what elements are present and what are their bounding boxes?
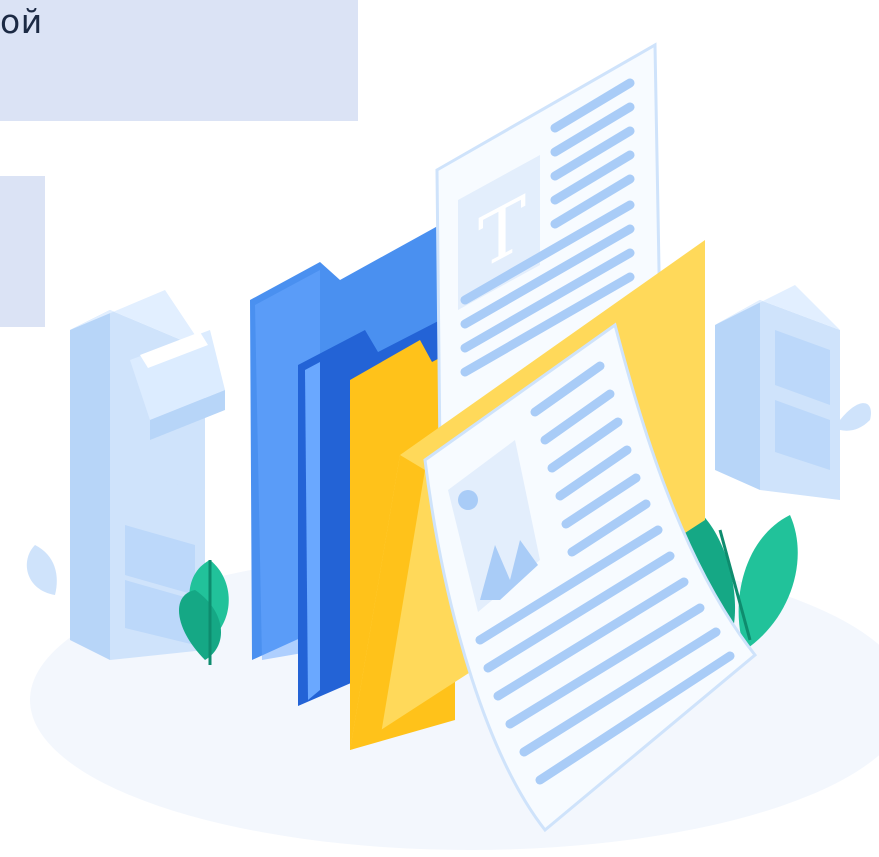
filing-cabinet-right-icon: [715, 285, 871, 500]
document-illustration: T: [26, 42, 879, 850]
